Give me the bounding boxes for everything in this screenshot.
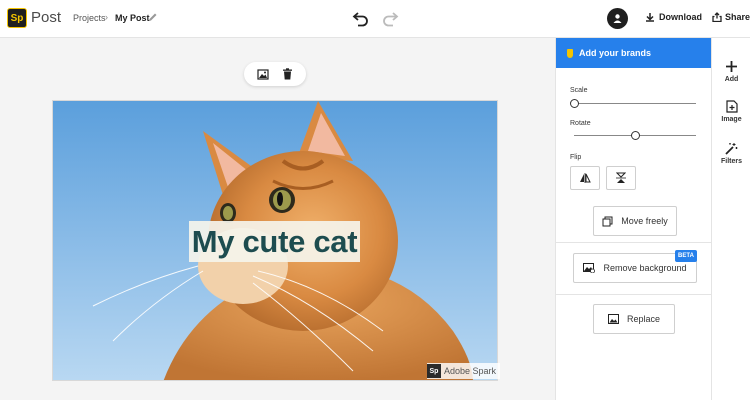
add-brands-banner[interactable]: Add your brands xyxy=(556,38,712,68)
top-bar: Sp Post Projects › My Post Download Shar… xyxy=(0,0,750,38)
watermark-text: Adobe Spark xyxy=(444,366,497,376)
move-freely-label: Move freely xyxy=(621,216,668,226)
add-brands-label: Add your brands xyxy=(579,48,652,58)
breadcrumb-current: My Post xyxy=(115,13,150,23)
breadcrumb-projects[interactable]: Projects xyxy=(73,13,106,23)
canvas-area: My cute cat Sp Adobe Spark xyxy=(0,38,555,400)
move-freely-button[interactable]: Move freely xyxy=(593,206,677,236)
app-name: Post xyxy=(31,9,62,26)
magic-wand-icon xyxy=(725,143,738,155)
panel-divider xyxy=(556,242,712,243)
rotate-slider-thumb[interactable] xyxy=(630,131,640,140)
share-label: Share xyxy=(725,12,750,22)
redo-icon[interactable] xyxy=(381,9,399,27)
add-image-icon xyxy=(725,100,738,113)
watermark-logo: Sp xyxy=(427,364,441,378)
brand-icon xyxy=(567,48,573,58)
rotate-label: Rotate xyxy=(570,120,591,127)
image-tool[interactable]: Image xyxy=(712,100,750,123)
plus-icon xyxy=(726,61,737,72)
move-freely-icon xyxy=(602,216,613,226)
flip-horizontal-icon xyxy=(580,173,591,183)
add-tool-label: Add xyxy=(724,76,739,83)
rename-pencil-icon[interactable] xyxy=(148,12,158,22)
remove-background-icon xyxy=(583,263,596,273)
remove-background-label: Remove background xyxy=(603,263,687,273)
download-button[interactable]: Download xyxy=(645,12,702,22)
scale-slider-track[interactable] xyxy=(574,103,696,104)
floating-toolbar xyxy=(244,62,306,86)
replace-icon xyxy=(607,314,619,324)
watermark: Sp Adobe Spark xyxy=(427,363,501,379)
flip-vertical-icon xyxy=(616,172,626,183)
panel-divider xyxy=(556,294,712,295)
flip-vertical-button[interactable] xyxy=(606,166,636,190)
image-icon[interactable] xyxy=(257,68,269,80)
scale-label: Scale xyxy=(570,87,588,94)
replace-button[interactable]: Replace xyxy=(593,304,675,334)
flip-label: Flip xyxy=(570,154,582,161)
filters-tool-label: Filters xyxy=(720,158,742,165)
side-toolbar: Add Image Filters xyxy=(711,38,750,400)
share-button[interactable]: Share xyxy=(712,12,750,22)
download-icon xyxy=(646,13,654,22)
image-tool-label: Image xyxy=(721,116,742,123)
flip-horizontal-button[interactable] xyxy=(570,166,600,190)
download-label: Download xyxy=(659,12,702,22)
replace-label: Replace xyxy=(626,314,661,324)
trash-icon[interactable] xyxy=(282,68,293,80)
undo-icon[interactable] xyxy=(352,9,370,27)
share-icon xyxy=(712,12,722,22)
add-tool[interactable]: Add xyxy=(712,60,750,83)
caption-text[interactable]: My cute cat xyxy=(189,221,360,262)
breadcrumb-separator: › xyxy=(105,12,108,22)
spark-logo[interactable]: Sp xyxy=(7,8,27,28)
beta-badge: BETA xyxy=(675,250,697,262)
user-icon xyxy=(613,14,622,23)
user-avatar[interactable] xyxy=(607,8,628,29)
properties-panel: Add your brands Scale Rotate Flip Move f… xyxy=(555,38,712,400)
scale-slider-thumb[interactable] xyxy=(569,99,579,108)
filters-tool[interactable]: Filters xyxy=(712,142,750,165)
